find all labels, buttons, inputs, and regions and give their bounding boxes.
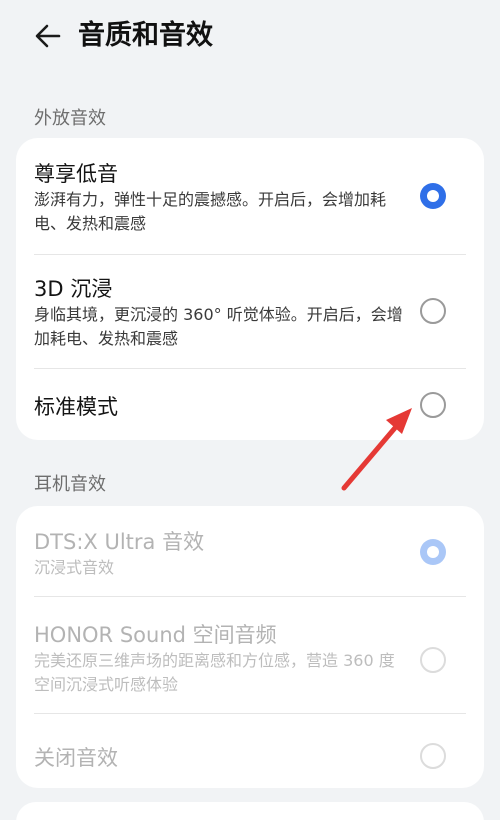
radio-standard-mode[interactable] [420, 392, 446, 418]
option-3d-immersive[interactable]: 3D 沉浸 身临其境，更沉浸的 360° 听觉体验。开启后，会增加耗电、发热和震… [16, 255, 484, 367]
option-title: 关闭音效 [34, 746, 118, 770]
option-dtsx-ultra: DTS:X Ultra 音效 沉浸式音效 [16, 506, 484, 596]
headphone-effects-card: DTS:X Ultra 音效 沉浸式音效 HONOR Sound 空间音频 完美… [16, 506, 484, 788]
back-arrow-icon [35, 24, 61, 48]
option-description: 沉浸式音效 [34, 558, 115, 577]
section-label-headphone: 耳机音效 [34, 474, 106, 495]
option-title: 尊享低音 [34, 162, 118, 186]
option-description: 澎湃有力，弹性十足的震撼感。开启后，会增加耗电、发热和震感 [34, 190, 387, 233]
speaker-effects-card: 尊享低音 澎湃有力，弹性十足的震撼感。开启后，会增加耗电、发热和震感 3D 沉浸… [16, 138, 484, 440]
next-card-partial [16, 802, 484, 820]
radio-honor-sound [420, 647, 446, 673]
option-title: HONOR Sound 空间音频 [34, 623, 277, 647]
option-title: DTS:X Ultra 音效 [34, 530, 205, 554]
page-title: 音质和音效 [78, 20, 213, 51]
radio-dtsx-ultra [420, 539, 446, 565]
option-premium-bass[interactable]: 尊享低音 澎湃有力，弹性十足的震撼感。开启后，会增加耗电、发热和震感 [16, 138, 484, 254]
option-title: 3D 沉浸 [34, 277, 113, 301]
annotation-arrow-icon [341, 408, 412, 491]
sound-effects-page: 音质和音效 外放音效 尊享低音 澎湃有力，弹性十足的震撼感。开启后，会增加耗电、… [0, 0, 500, 820]
top-bar: 音质和音效 [0, 0, 500, 72]
back-button[interactable] [28, 16, 68, 56]
option-title: 标准模式 [34, 395, 118, 419]
option-honor-sound: HONOR Sound 空间音频 完美还原三维声场的距离感和方位感，营造 360… [16, 597, 484, 713]
radio-3d-immersive[interactable] [420, 298, 446, 324]
option-description: 身临其境，更沉浸的 360° 听觉体验。开启后，会增加耗电、发热和震感 [34, 305, 403, 348]
option-effects-off: 关闭音效 [16, 714, 484, 788]
radio-premium-bass[interactable] [420, 183, 446, 209]
radio-effects-off [420, 743, 446, 769]
option-description: 完美还原三维声场的距离感和方位感，营造 360 度空间沉浸式听感体验 [34, 651, 395, 694]
section-label-speaker: 外放音效 [34, 108, 106, 129]
